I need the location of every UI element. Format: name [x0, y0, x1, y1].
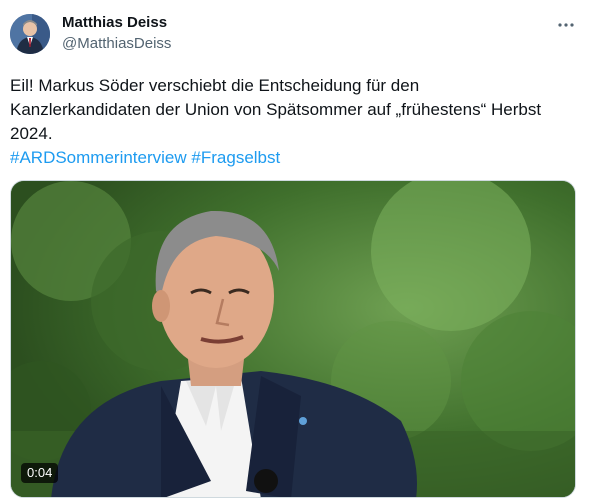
tweet-card[interactable]: Matthias Deiss @MatthiasDeiss Eil! Marku… [0, 0, 591, 504]
author-handle[interactable]: @MatthiasDeiss [62, 35, 171, 53]
hashtag-link-1[interactable]: #ARDSommerinterview [10, 148, 187, 167]
hashtag-link-2[interactable]: #Fragselbst [191, 148, 280, 167]
more-options-button[interactable] [555, 14, 577, 36]
tweet-text-line-2: Kanzlerkandidaten der Union von Spätsomm… [10, 100, 542, 119]
tweet-text: Eil! Markus Söder verschiebt die Entsche… [10, 74, 580, 170]
video-player[interactable]: 0:04 [10, 180, 576, 498]
tweet-text-line-1: Eil! Markus Söder verschiebt die Entsche… [10, 76, 420, 95]
more-horizontal-icon [558, 23, 574, 27]
avatar-photo [10, 14, 50, 54]
video-duration-badge: 0:04 [21, 463, 59, 483]
video-frame [11, 181, 575, 497]
avatar[interactable] [10, 14, 50, 54]
tweet-text-line-3: 2024. [10, 124, 53, 143]
author-name[interactable]: Matthias Deiss [62, 14, 167, 32]
hashtags: #ARDSommerinterview #Fragselbst [10, 146, 580, 170]
